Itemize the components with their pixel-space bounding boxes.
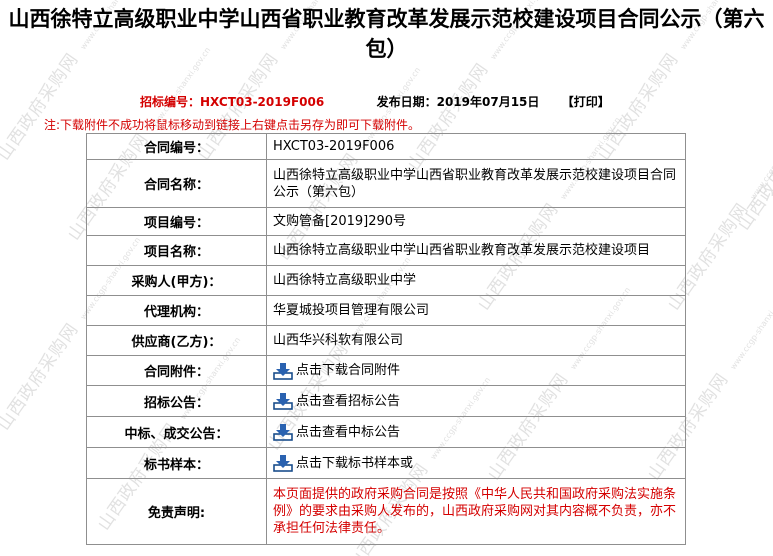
project-name-value: 山西徐特立高级职业中学山西省职业教育改革发展示范校建设项目 xyxy=(266,235,686,266)
agency-value: 华夏城投项目管理有限公司 xyxy=(266,295,686,326)
purchaser-value: 山西徐特立高级职业中学 xyxy=(266,265,686,296)
view-award-notice-link[interactable]: 点击查看中标公告 xyxy=(273,424,400,441)
award-notice-label: 中标、成交公告： xyxy=(86,416,267,448)
download-icon xyxy=(273,424,293,441)
download-icon xyxy=(273,393,293,410)
meta-line: 招标编号：HXCT03-2019F006 发布日期：2019年07月15日 【打… xyxy=(140,93,610,110)
download-notice: 注:下载附件不成功将鼠标移动到链接上右键点击另存为即可下载附件。 xyxy=(44,118,421,132)
table-row: 项目编号： 文购管备[2019]290号 xyxy=(86,207,686,236)
bid-number: HXCT03-2019F006 xyxy=(200,95,325,109)
publish-date: 2019年07月15日 xyxy=(436,95,540,109)
page-title: 山西徐特立高级职业中学山西省职业教育改革发展示范校建设项目合同公示（第六包） xyxy=(8,7,765,61)
table-row: 合同编号： HXCT03-2019F006 xyxy=(86,133,686,160)
project-name-label: 项目名称： xyxy=(86,235,267,266)
sample-label: 标书样本： xyxy=(86,447,267,479)
supplier-value: 山西华兴科软有限公司 xyxy=(266,325,686,356)
download-contract-link[interactable]: 点击下载合同附件 xyxy=(273,362,400,380)
contract-no-value: HXCT03-2019F006 xyxy=(266,133,686,160)
download-sample-link[interactable]: 点击下载标书样本或 xyxy=(273,455,413,472)
table-row: 供应商(乙方)： 山西华兴科软有限公司 xyxy=(86,325,686,356)
table-row: 中标、成交公告： 点击查看中标公告 xyxy=(86,416,686,448)
disclaimer-label: 免责声明: xyxy=(86,478,267,545)
table-row: 免责声明: 本页面提供的政府采购合同是按照《中华人民共和国政府采购法实施条例》的… xyxy=(86,478,686,545)
table-row: 合同名称： 山西徐特立高级职业中学山西省职业教育改革发展示范校建设项目合同公示（… xyxy=(86,159,686,208)
contract-name-value: 山西徐特立高级职业中学山西省职业教育改革发展示范校建设项目合同公示（第六包） xyxy=(266,159,686,208)
supplier-label: 供应商(乙方)： xyxy=(86,325,267,356)
contract-no-label: 合同编号： xyxy=(86,133,267,160)
contract-name-label: 合同名称： xyxy=(86,159,267,208)
purchaser-label: 采购人(甲方)： xyxy=(86,265,267,296)
table-row: 采购人(甲方)： 山西徐特立高级职业中学 xyxy=(86,265,686,296)
download-icon xyxy=(273,455,293,472)
table-row: 合同附件： 点击下载合同附件 xyxy=(86,355,686,386)
download-icon xyxy=(273,362,293,380)
print-link[interactable]: 【打印】 xyxy=(562,95,610,109)
contract-info-table: 合同编号： HXCT03-2019F006 合同名称： 山西徐特立高级职业中学山… xyxy=(86,133,686,545)
table-row: 代理机构： 华夏城投项目管理有限公司 xyxy=(86,295,686,326)
project-no-label: 项目编号： xyxy=(86,207,267,236)
table-row: 项目名称： 山西徐特立高级职业中学山西省职业教育改革发展示范校建设项目 xyxy=(86,235,686,266)
project-no-value: 文购管备[2019]290号 xyxy=(266,207,686,236)
tender-notice-label: 招标公告： xyxy=(86,385,267,417)
attachment-label: 合同附件： xyxy=(86,355,267,386)
table-row: 招标公告： 点击查看招标公告 xyxy=(86,385,686,417)
view-tender-notice-link[interactable]: 点击查看招标公告 xyxy=(273,393,400,410)
disclaimer-text: 本页面提供的政府采购合同是按照《中华人民共和国政府采购法实施条例》的要求由采购人… xyxy=(266,478,686,545)
table-row: 标书样本： 点击下载标书样本或 xyxy=(86,447,686,479)
bid-number-label: 招标编号： xyxy=(140,95,201,109)
agency-label: 代理机构： xyxy=(86,295,267,326)
publish-date-label: 发布日期： xyxy=(376,95,437,109)
